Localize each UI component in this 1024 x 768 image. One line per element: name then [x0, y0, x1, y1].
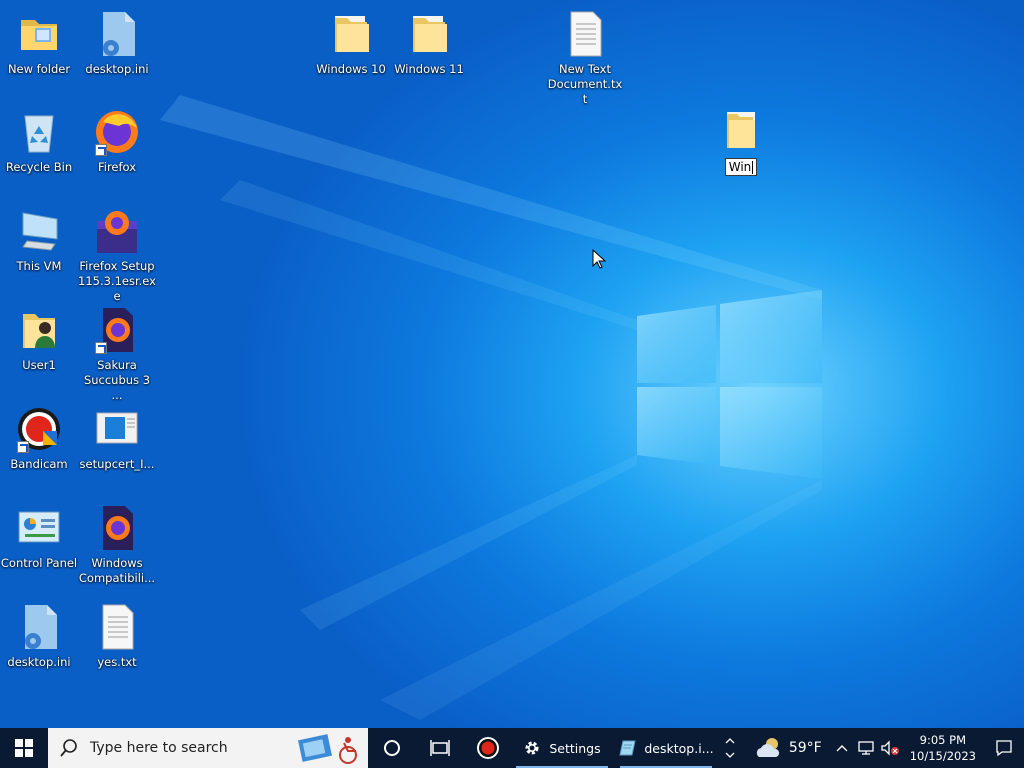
desktop-icon-yes-txt[interactable]: yes.txt	[78, 603, 156, 670]
desktop-icon-windows-10[interactable]: Windows 10	[312, 10, 390, 77]
icon-label: setupcert_I...	[79, 457, 155, 471]
record-icon	[477, 737, 499, 759]
cortana-button[interactable]	[368, 728, 416, 768]
desktop-icon-desktop-ini[interactable]: desktop.ini	[78, 10, 156, 77]
clock[interactable]: 9:05 PM 10/15/2023	[902, 732, 984, 764]
taskbar-app-bandicam[interactable]	[464, 728, 512, 768]
volume-muted-icon	[881, 740, 899, 756]
desktop-icon-windows-compatibility[interactable]: Windows Compatibili...	[78, 504, 156, 586]
user-folder-icon	[15, 306, 63, 354]
show-hidden-icons-button[interactable]	[830, 744, 854, 752]
icon-label: Bandicam	[10, 457, 68, 471]
folder-icon	[327, 10, 375, 58]
task-view-icon	[430, 740, 450, 756]
folder-icon	[723, 108, 759, 152]
action-center-button[interactable]	[984, 739, 1024, 757]
folder-icon	[405, 10, 453, 58]
desktop-icon-firefox[interactable]: Firefox	[78, 108, 156, 175]
desktop-icon-desktop-ini-2[interactable]: desktop.ini	[0, 603, 78, 670]
icon-label: This VM	[16, 259, 62, 273]
icon-label: User1	[22, 358, 56, 372]
settings-file-icon	[93, 10, 141, 58]
recycle-bin-icon	[15, 108, 63, 156]
chevron-up-icon	[725, 738, 735, 744]
notification-icon	[996, 740, 1012, 757]
notepad-icon	[619, 740, 636, 756]
shortcut-arrow-icon	[95, 342, 107, 354]
taskbar-app-label: desktop.i...	[644, 740, 714, 756]
taskbar-app-label: Settings	[549, 740, 601, 756]
mouse-cursor-icon	[592, 249, 606, 269]
windows-logo-icon	[15, 739, 33, 757]
desktop-icon-recycle-bin[interactable]: Recycle Bin	[0, 108, 78, 175]
desktop-icon-setupcert[interactable]: setupcert_I...	[78, 405, 156, 472]
rename-input[interactable]: Win	[724, 158, 758, 176]
bandicam-icon	[15, 405, 63, 453]
firefox-document-icon	[93, 306, 141, 354]
installer-icon	[93, 207, 141, 255]
shortcut-arrow-icon	[17, 441, 29, 453]
computer-icon	[15, 207, 63, 255]
taskbar-app-notepad[interactable]: desktop.i...	[616, 728, 716, 768]
search-box[interactable]: Type here to search	[48, 728, 368, 768]
folder-icon	[15, 10, 63, 58]
network-icon	[858, 741, 874, 755]
weather-temp: 59°F	[788, 740, 822, 756]
cortana-circle-icon	[384, 740, 400, 756]
icon-label: Control Panel	[0, 556, 78, 570]
taskbar-app-settings[interactable]: Settings	[512, 728, 612, 768]
icon-label: Recycle Bin	[5, 160, 73, 174]
shortcut-arrow-icon	[95, 144, 107, 156]
icon-label: Firefox	[97, 160, 137, 174]
desktop-icon-this-vm[interactable]: This VM	[0, 207, 78, 274]
desktop-icon-user1[interactable]: User1	[0, 306, 78, 373]
text-file-icon	[93, 603, 141, 651]
search-highlight-icon	[298, 734, 357, 764]
icon-label: Windows 11	[394, 62, 464, 76]
cloudy-moon-icon	[756, 738, 779, 757]
start-button[interactable]	[0, 728, 48, 768]
weather-widget[interactable]: 59°F	[747, 737, 830, 759]
desktop-icon-new-folder[interactable]: New folder	[0, 10, 78, 77]
icon-label: Sakura Succubus 3 ...	[83, 358, 151, 402]
icon-label: New Text Document.txt	[547, 62, 623, 106]
network-button[interactable]	[854, 740, 878, 756]
icon-label: Windows Compatibili...	[78, 556, 156, 585]
chevron-up-icon	[836, 745, 848, 752]
system-tray: 59°F 9:05 PM 10/15/2023	[747, 728, 1024, 768]
desktop-icon-sakura[interactable]: Sakura Succubus 3 ...	[78, 306, 156, 403]
search-icon	[60, 739, 77, 757]
icon-label: New folder	[7, 62, 71, 76]
icon-label: Firefox Setup 115.3.1esr.exe	[78, 259, 156, 303]
clock-time: 9:05 PM	[919, 733, 967, 747]
firefox-icon	[93, 108, 141, 156]
volume-button[interactable]	[878, 740, 902, 756]
taskbar-scroll[interactable]	[722, 738, 738, 758]
window-file-icon	[93, 405, 141, 453]
gear-icon	[525, 741, 539, 755]
icon-label: Windows 10	[316, 62, 386, 76]
windows-logo-wallpaper	[637, 290, 822, 479]
desktop-icon-windows-11[interactable]: Windows 11	[390, 10, 468, 77]
desktop-icon-control-panel[interactable]: Control Panel	[0, 504, 78, 571]
icon-label: desktop.ini	[7, 655, 71, 669]
text-file-icon	[561, 10, 609, 58]
desktop-icon-new-text-document[interactable]: New Text Document.txt	[546, 10, 624, 107]
desktop-icon-firefox-setup[interactable]: Firefox Setup 115.3.1esr.exe	[78, 207, 156, 304]
chevron-down-icon	[725, 752, 735, 758]
search-placeholder: Type here to search	[90, 740, 228, 756]
clock-date: 10/15/2023	[909, 749, 976, 763]
firefox-document-icon	[93, 504, 141, 552]
desktop-icon-bandicam[interactable]: Bandicam	[0, 405, 78, 472]
desktop-icon-renaming-folder[interactable]: Win	[702, 108, 780, 176]
icon-label: desktop.ini	[85, 62, 149, 76]
control-panel-icon	[15, 504, 63, 552]
icon-label: yes.txt	[97, 655, 137, 669]
settings-file-icon	[15, 603, 63, 651]
taskbar: Type here to search Settings desktop.i..…	[0, 728, 1024, 768]
task-view-button[interactable]	[416, 728, 464, 768]
